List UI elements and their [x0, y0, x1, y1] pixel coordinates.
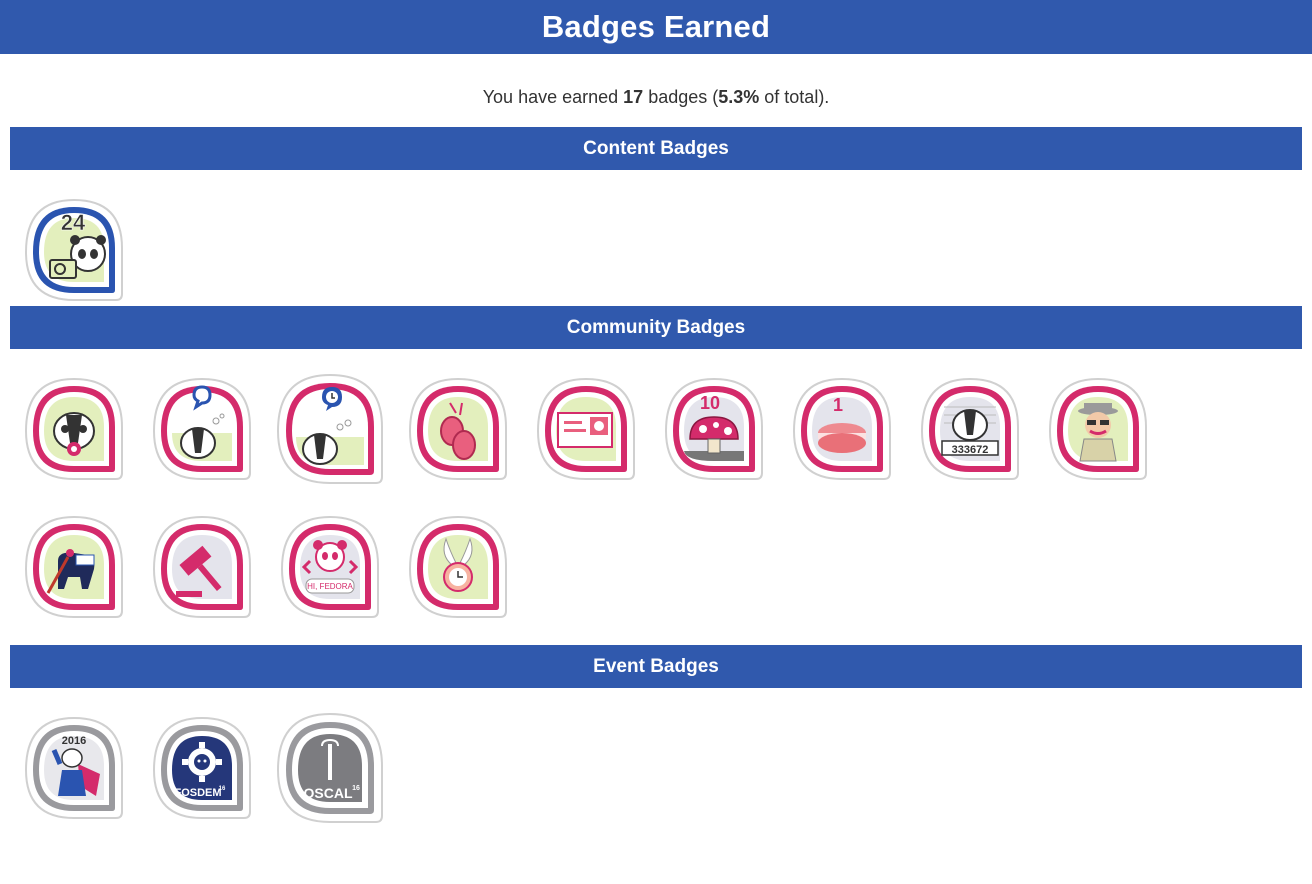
content-badges-grid: 24 — [0, 170, 1290, 306]
badge-bunny-clock[interactable] — [402, 511, 514, 623]
badge-flock-2016[interactable]: 2016 — [18, 712, 130, 824]
badge-mushroom[interactable]: 10 — [658, 373, 770, 485]
badge-summary: You have earned 17 badges (5.3% of total… — [482, 87, 830, 107]
page-title: Badges Earned — [0, 0, 1312, 54]
badge-camera-panda[interactable]: 24 — [18, 194, 130, 306]
fosdem-label: FOSDEM — [174, 787, 221, 799]
badge-hi-fedora[interactable]: HI, FEDORA — [274, 511, 386, 623]
event-badges-grid: 2016 FOSDEM 16 OSCAL 16 — [0, 688, 1290, 850]
community-badges-grid: 10 1 333672 HI, FEDORA — [0, 349, 1290, 645]
badge-mail-card[interactable] — [530, 373, 642, 485]
badge-badger-pacifier[interactable] — [18, 373, 130, 485]
badge-spy-detective[interactable] — [1042, 373, 1154, 485]
badge-boxing-gloves[interactable] — [402, 373, 514, 485]
macaron-count-label: 1 — [833, 395, 843, 415]
badge-badger-thinking-check[interactable] — [274, 373, 386, 485]
earned-percent: 5.3% — [718, 87, 760, 107]
badge-panda-painter[interactable] — [18, 511, 130, 623]
section-header-community: Community Badges — [10, 306, 1302, 349]
badge-gavel[interactable] — [146, 511, 258, 623]
oscal-label: OSCAL — [304, 785, 353, 801]
hi-fedora-label: HI, FEDORA — [307, 582, 353, 591]
camera-count-label: 24 — [61, 210, 86, 235]
fosdem-year-label: 16 — [219, 786, 226, 792]
earned-count: 17 — [623, 87, 644, 107]
section-header-content: Content Badges — [10, 127, 1302, 170]
flock-year-label: 2016 — [62, 735, 86, 747]
oscal-year-label: 16 — [352, 785, 360, 792]
badge-badger-speech[interactable] — [146, 373, 258, 485]
section-header-event: Event Badges — [10, 645, 1302, 688]
badge-badger-mugshot[interactable]: 333672 — [914, 373, 1026, 485]
mugshot-number-label: 333672 — [952, 444, 989, 456]
badge-oscal-16[interactable]: OSCAL 16 — [274, 712, 386, 824]
badge-macaron[interactable]: 1 — [786, 373, 898, 485]
badge-fosdem-16[interactable]: FOSDEM 16 — [146, 712, 258, 824]
mushroom-count-label: 10 — [700, 393, 720, 413]
